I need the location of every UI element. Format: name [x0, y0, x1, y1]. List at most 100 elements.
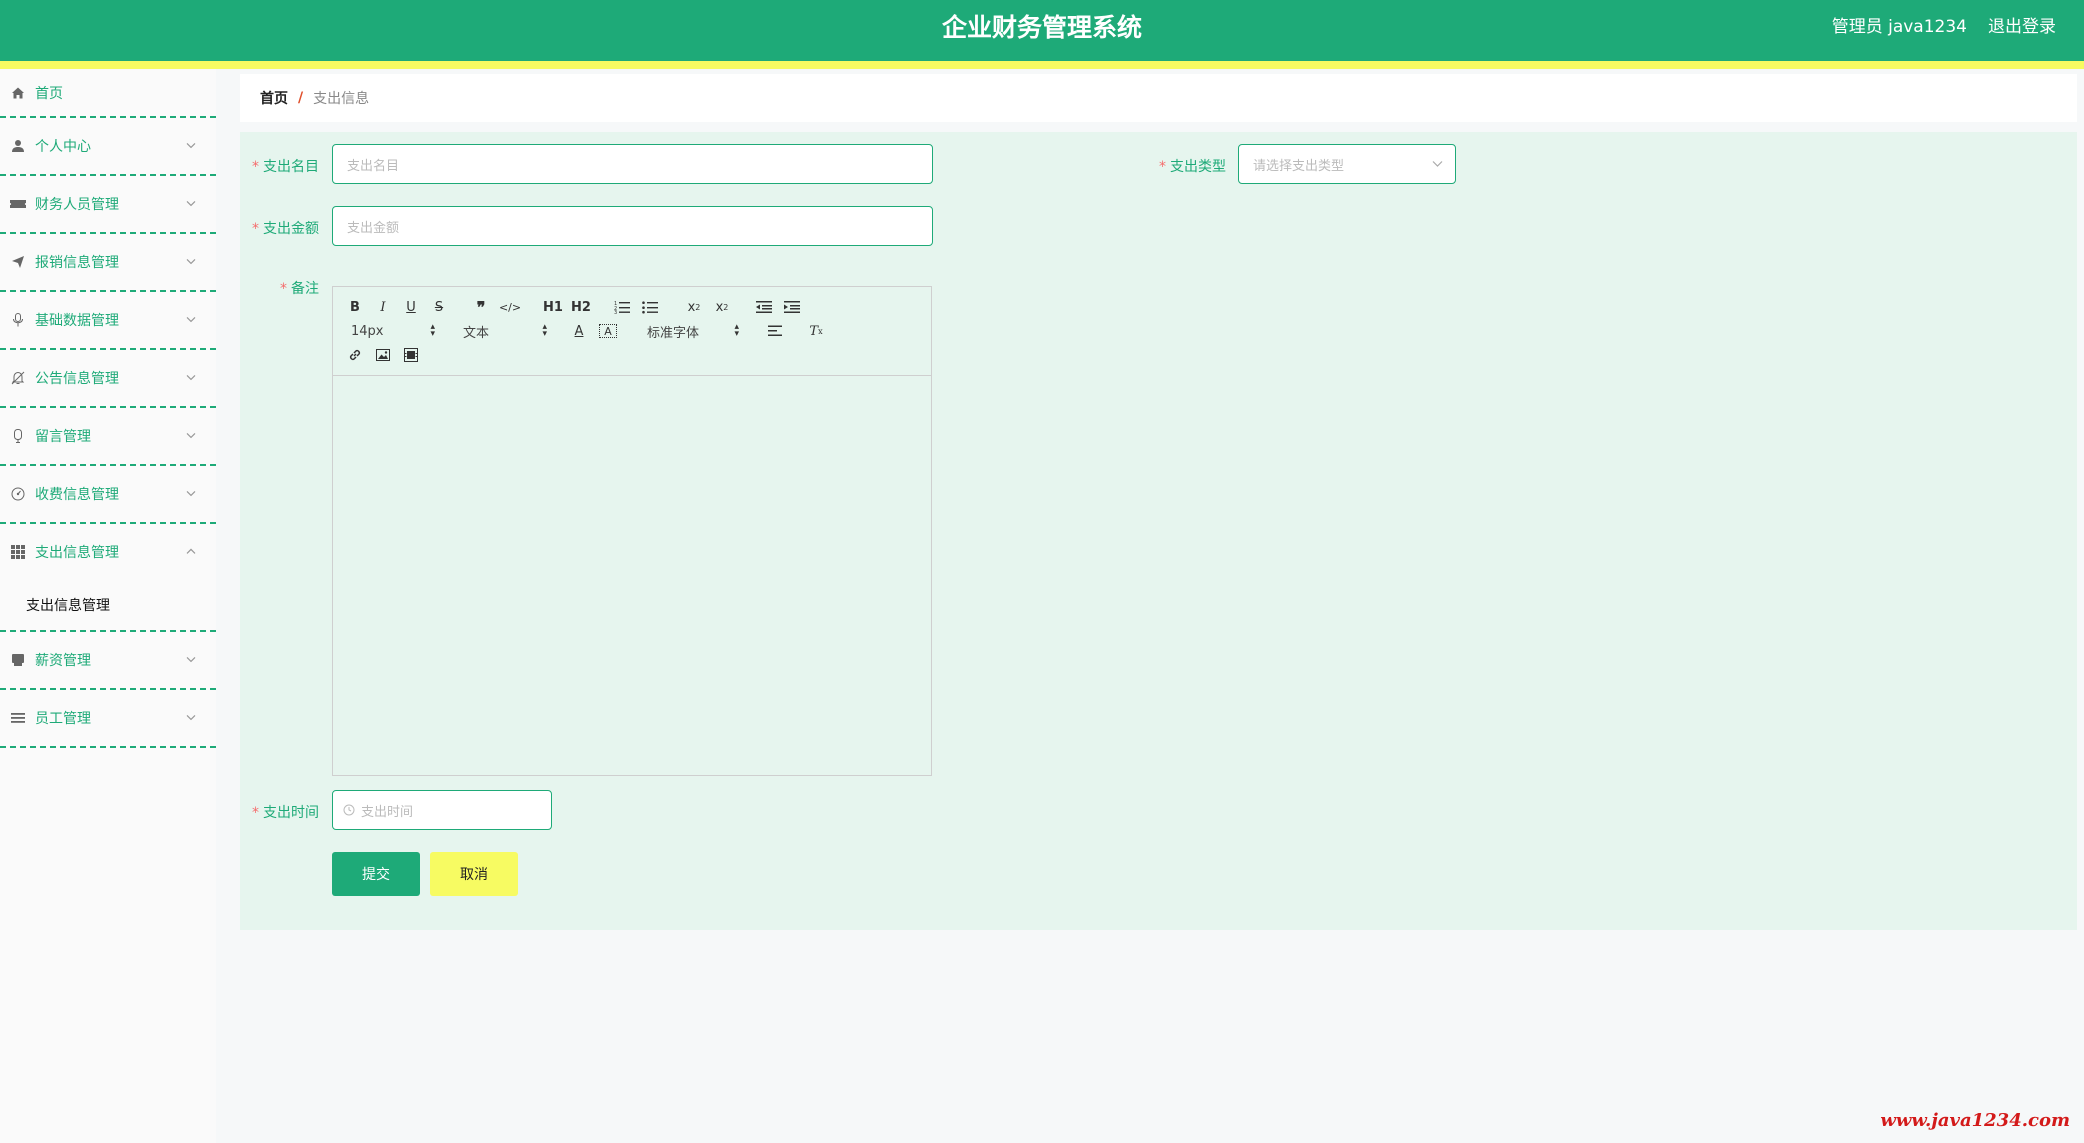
chevron-down-icon: [186, 368, 196, 384]
grid-icon: [10, 544, 26, 560]
video-icon[interactable]: [403, 345, 419, 365]
outdent-icon[interactable]: [755, 297, 773, 317]
breadcrumb-home[interactable]: 首页: [260, 88, 288, 108]
sidebar-item-label: 员工管理: [35, 711, 91, 727]
font-size-select[interactable]: 14px ▴ ▾: [351, 321, 435, 341]
chevron-down-icon: [186, 426, 196, 442]
link-icon[interactable]: [347, 345, 363, 365]
name-label: * 支出名目: [252, 159, 319, 175]
remark-label: * 备注: [280, 281, 319, 297]
superscript-icon[interactable]: x2: [713, 297, 731, 317]
ticket-icon: [10, 196, 26, 212]
sidebar-item-messages[interactable]: 留言管理: [0, 408, 216, 466]
sidebar-item-announcements[interactable]: 公告信息管理: [0, 350, 216, 408]
editor-toolbar: B I U S ❞ </> H1 H2 123 x2 x2 14px ▴ ▾ 文…: [333, 287, 931, 376]
sidebar-item-reimbursement[interactable]: 报销信息管理: [0, 234, 216, 292]
current-user: 管理员 java1234: [1831, 17, 1967, 37]
sidebar-item-expenses[interactable]: 支出信息管理: [0, 524, 216, 580]
updown-arrows-icon: ▴ ▾: [542, 322, 547, 339]
submit-button[interactable]: 提交: [332, 852, 420, 896]
type-select[interactable]: 请选择支出类型: [1238, 144, 1456, 184]
align-icon[interactable]: [767, 321, 783, 341]
top-header: 企业财务管理系统 管理员 java1234 退出登录: [0, 0, 2084, 61]
sidebar-item-charges[interactable]: 收费信息管理: [0, 466, 216, 524]
chevron-down-icon: [186, 194, 196, 210]
amount-label: * 支出金额: [252, 221, 319, 237]
app-title: 企业财务管理系统: [941, 13, 1142, 42]
sidebar-subitem-expense-management[interactable]: 支出信息管理: [0, 580, 216, 632]
mic-icon: [10, 428, 26, 444]
required-mark: *: [252, 221, 259, 237]
chevron-down-icon: [186, 650, 196, 666]
format-select[interactable]: 文本 ▴ ▾: [463, 321, 547, 341]
updown-arrows-icon: ▴ ▾: [430, 322, 435, 339]
subscript-icon[interactable]: x2: [685, 297, 703, 317]
amount-input[interactable]: 支出金额: [332, 206, 933, 246]
type-label: * 支出类型: [1159, 159, 1226, 175]
amount-input-placeholder: 支出金额: [347, 220, 400, 236]
code-block-icon[interactable]: </>: [499, 297, 521, 317]
svg-text:3: 3: [614, 310, 617, 314]
printer-icon: [10, 652, 26, 668]
chevron-down-icon: [186, 136, 196, 152]
sidebar-item-label: 财务人员管理: [35, 197, 119, 213]
sidebar-item-basic-data[interactable]: 基础数据管理: [0, 292, 216, 350]
sidebar-item-home[interactable]: 首页: [0, 69, 216, 118]
chevron-down-icon: [186, 310, 196, 326]
updown-arrows-icon: ▴ ▾: [734, 322, 739, 339]
time-picker[interactable]: 支出时间: [332, 790, 552, 830]
blockquote-icon[interactable]: ❞: [473, 297, 489, 317]
italic-icon[interactable]: I: [375, 297, 391, 317]
chevron-down-icon: [186, 252, 196, 268]
time-label: * 支出时间: [252, 805, 319, 821]
ordered-list-icon[interactable]: 123: [613, 297, 631, 317]
required-mark: *: [280, 281, 287, 297]
cancel-button[interactable]: 取消: [430, 852, 518, 896]
required-mark: *: [1159, 159, 1166, 175]
chevron-down-icon: [1432, 157, 1443, 172]
font-color-icon[interactable]: A: [571, 321, 587, 341]
sidebar-item-profile[interactable]: 个人中心: [0, 118, 216, 176]
user-icon: [10, 138, 26, 154]
chevron-down-icon: [186, 484, 196, 500]
watermark-text: www.java1234.com: [1880, 1110, 2070, 1131]
clock-icon: [343, 804, 355, 816]
chevron-up-icon: [186, 542, 196, 558]
sidebar-item-label: 公告信息管理: [35, 371, 119, 387]
sidebar-item-employees[interactable]: 员工管理: [0, 690, 216, 748]
sidebar-item-label: 报销信息管理: [35, 255, 119, 271]
indent-icon[interactable]: [783, 297, 801, 317]
breadcrumb-current: 支出信息: [313, 91, 370, 107]
underline-icon[interactable]: U: [403, 297, 419, 317]
font-family-select[interactable]: 标准字体 ▴ ▾: [647, 321, 739, 341]
type-select-placeholder: 请选择支出类型: [1253, 158, 1345, 174]
sidebar-item-label: 基础数据管理: [35, 313, 119, 329]
send-icon: [10, 254, 26, 270]
list-icon: [10, 710, 26, 726]
logout-link[interactable]: 退出登录: [1988, 0, 2056, 54]
bullet-list-icon[interactable]: [641, 297, 659, 317]
time-picker-placeholder: 支出时间: [361, 804, 414, 820]
breadcrumb: 首页 / 支出信息: [240, 74, 2077, 122]
bold-icon[interactable]: B: [347, 297, 363, 317]
sidebar-item-finance-staff[interactable]: 财务人员管理: [0, 176, 216, 234]
name-input[interactable]: 支出名目: [332, 144, 933, 184]
sidebar-item-salary[interactable]: 薪资管理: [0, 632, 216, 690]
sidebar: 首页 个人中心 财务人员管理 报销信息管理 基础数据管理 公告信息管理 留言管理…: [0, 69, 216, 1143]
chevron-down-icon: [186, 708, 196, 724]
required-mark: *: [252, 159, 259, 175]
sidebar-item-label: 个人中心: [35, 139, 91, 155]
required-mark: *: [252, 805, 259, 821]
editor-content-area[interactable]: [333, 376, 931, 776]
sidebar-item-label: 支出信息管理: [35, 545, 119, 561]
breadcrumb-separator: /: [298, 90, 304, 106]
clear-format-icon[interactable]: Tx: [807, 321, 825, 341]
heading1-icon[interactable]: H1: [543, 297, 563, 317]
sidebar-item-label: 留言管理: [35, 429, 91, 445]
strike-icon[interactable]: S: [431, 297, 447, 317]
background-color-icon[interactable]: A: [599, 324, 617, 338]
name-input-placeholder: 支出名目: [347, 158, 400, 174]
image-icon[interactable]: [375, 345, 391, 365]
bell-off-icon: [10, 370, 26, 386]
heading2-icon[interactable]: H2: [571, 297, 591, 317]
